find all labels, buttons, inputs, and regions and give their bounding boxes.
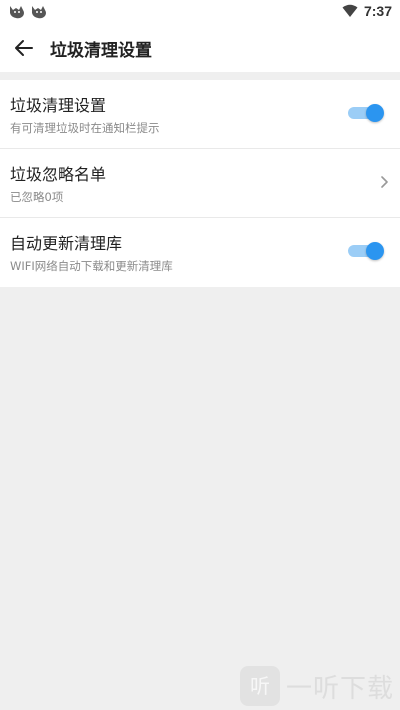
watermark: 听 一听下载 bbox=[240, 666, 394, 706]
back-button[interactable] bbox=[12, 36, 36, 60]
settings-list: 垃圾清理设置 有可清理垃圾时在通知栏提示 垃圾忽略名单 已忽略0项 自动更新清理… bbox=[0, 80, 400, 287]
svg-text:听: 听 bbox=[250, 674, 270, 698]
setting-title: 自动更新清理库 bbox=[10, 234, 123, 253]
setting-row-ignore-list[interactable]: 垃圾忽略名单 已忽略0项 bbox=[0, 149, 400, 218]
status-bar: 7:37 bbox=[0, 0, 400, 24]
auto-update-toggle[interactable] bbox=[348, 242, 384, 260]
notification-icons bbox=[8, 2, 48, 20]
setting-row-junk-clean-notify[interactable]: 垃圾清理设置 有可清理垃圾时在通知栏提示 bbox=[0, 80, 400, 149]
watermark-text: 一听下载 bbox=[286, 673, 395, 704]
toggle-thumb bbox=[366, 242, 384, 260]
setting-title: 垃圾清理设置 bbox=[10, 96, 107, 115]
page-title: 垃圾清理设置 bbox=[50, 40, 152, 61]
setting-subtitle: 已忽略0项 bbox=[10, 190, 64, 204]
setting-row-auto-update[interactable]: 自动更新清理库 WIFI网络自动下载和更新清理库 bbox=[0, 218, 400, 287]
status-time: 7:37 bbox=[363, 3, 392, 19]
cat-notification-icon bbox=[32, 6, 46, 19]
setting-subtitle: WIFI网络自动下载和更新清理库 bbox=[10, 259, 173, 273]
chevron-right-icon bbox=[380, 175, 390, 189]
setting-title: 垃圾忽略名单 bbox=[10, 165, 107, 184]
wifi-icon bbox=[342, 4, 358, 17]
status-indicators: 7:37 bbox=[342, 3, 392, 19]
section-divider bbox=[0, 72, 400, 80]
watermark-logo: 听 bbox=[240, 666, 280, 706]
arrow-left-icon bbox=[15, 40, 33, 56]
junk-clean-notify-toggle[interactable] bbox=[348, 104, 384, 122]
app-bar: 垃圾清理设置 bbox=[0, 24, 400, 72]
toggle-thumb bbox=[366, 104, 384, 122]
cat-notification-icon bbox=[10, 6, 24, 19]
setting-subtitle: 有可清理垃圾时在通知栏提示 bbox=[10, 121, 160, 135]
watermark-logo-mark: 听 bbox=[250, 674, 270, 698]
